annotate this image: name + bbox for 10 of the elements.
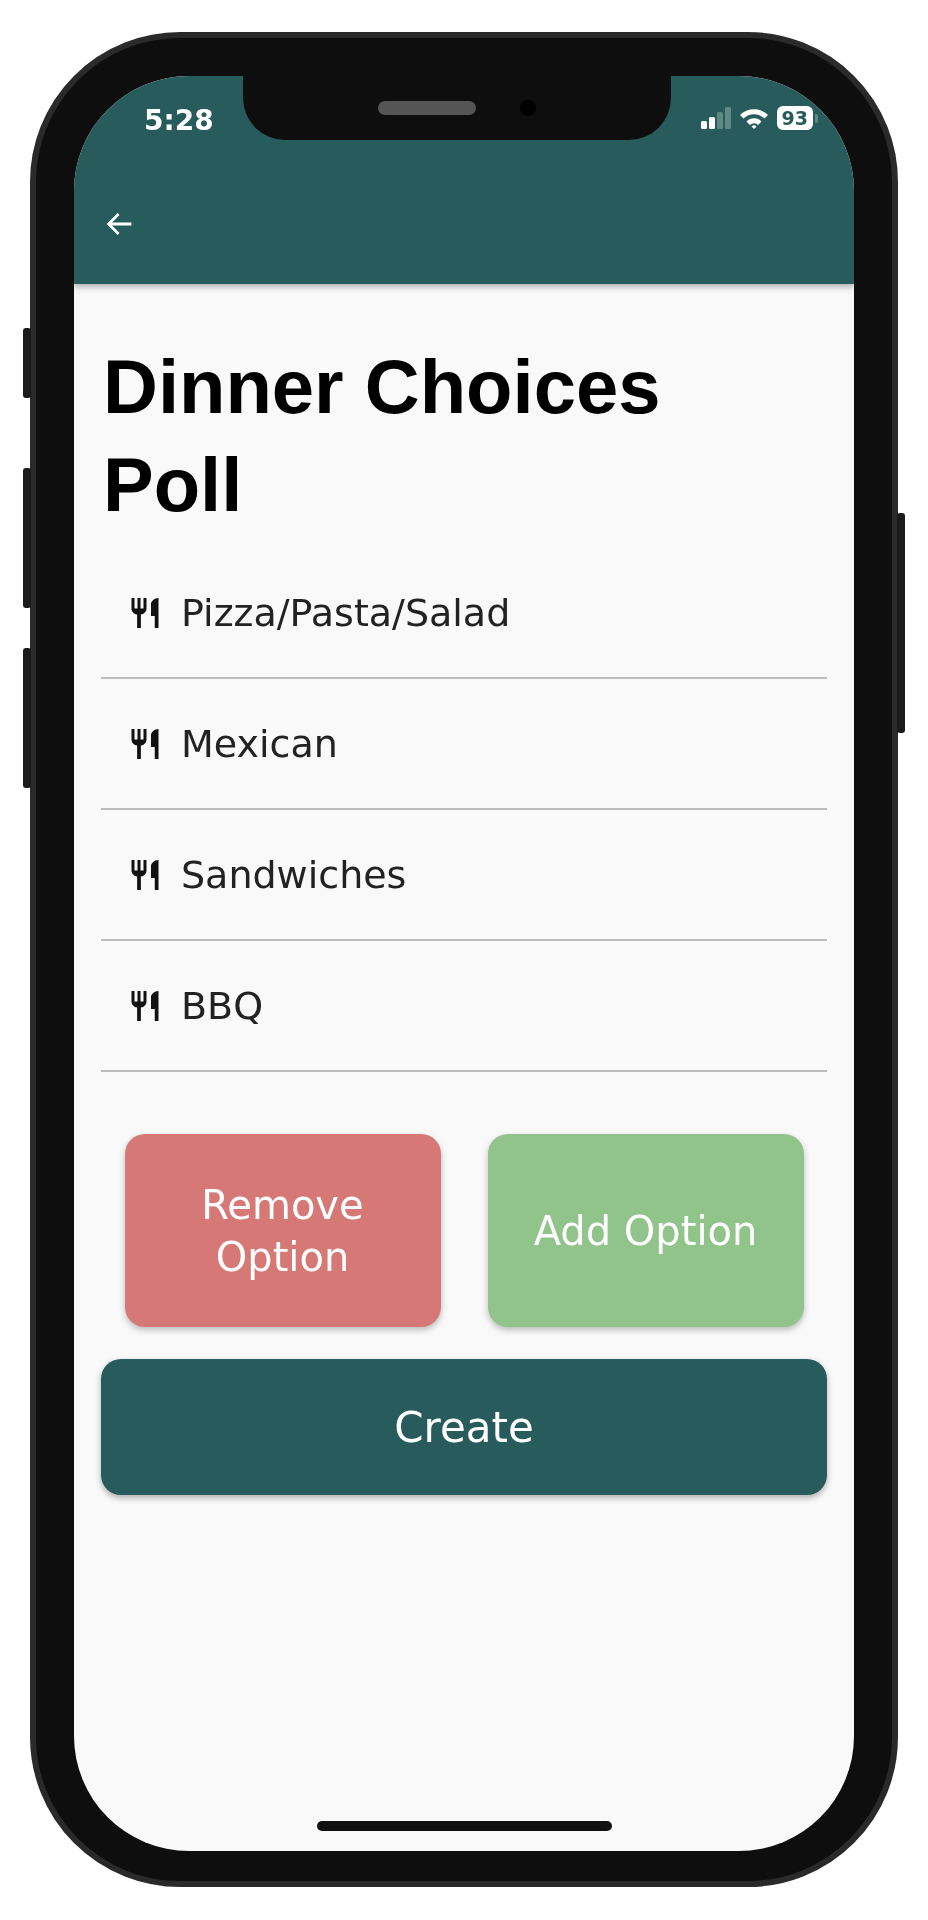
option-field[interactable]: BBQ [181, 983, 827, 1028]
wifi-icon [738, 107, 769, 129]
poll-title: Dinner Choices Poll [103, 343, 662, 529]
option-field[interactable]: Pizza/Pasta/Salad [181, 590, 827, 635]
status-time: 5:28 [144, 104, 214, 137]
option-field[interactable]: Mexican [181, 721, 827, 766]
signal-icon [700, 107, 731, 129]
option-field[interactable]: Sandwiches [181, 852, 827, 897]
battery-indicator: 93 [776, 106, 818, 130]
create-button[interactable]: Create [101, 1359, 827, 1495]
